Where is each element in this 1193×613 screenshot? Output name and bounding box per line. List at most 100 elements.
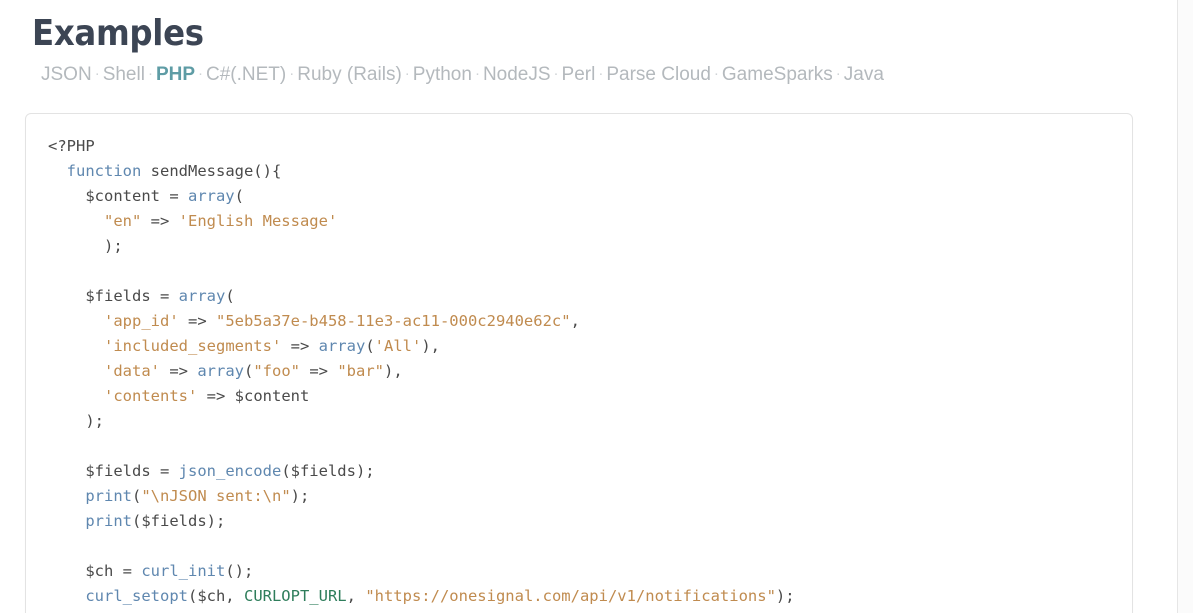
lang-tab-separator: · [145, 65, 156, 82]
code-line: 'included_segments' => array('All'), [48, 337, 440, 355]
lang-tab-nodejs[interactable]: NodeJS [483, 64, 551, 85]
code-token-string: 'contents' [104, 387, 197, 405]
page-title: Examples [0, 0, 1177, 54]
code-line: $fields = json_encode($fields); [48, 462, 375, 480]
lang-tab-c-net[interactable]: C#(.NET) [206, 64, 286, 85]
lang-tab-separator: · [195, 65, 206, 82]
code-token-default: ( [235, 187, 244, 205]
code-line: function sendMessage(){ [48, 162, 281, 180]
code-line: print("\nJSON sent:\n"); [48, 487, 309, 505]
code-token-default [48, 337, 104, 355]
code-line: <?PHP [48, 137, 95, 155]
code-token-string: "bar" [337, 362, 384, 380]
lang-tab-java[interactable]: Java [844, 64, 884, 85]
code-token-default: ); [48, 237, 123, 255]
lang-tab-separator: · [551, 65, 562, 82]
lang-tab-separator: · [711, 65, 722, 82]
code-token-default: ( [365, 337, 374, 355]
code-token-default: => [141, 212, 178, 230]
lang-tab-shell[interactable]: Shell [103, 64, 145, 85]
code-token-default [48, 487, 85, 505]
lang-tab-ruby-rails[interactable]: Ruby (Rails) [297, 64, 402, 85]
code-token-default: ); [776, 587, 795, 605]
lang-tab-separator: · [402, 65, 413, 82]
code-token-string: "en" [104, 212, 141, 230]
lang-tab-gamesparks[interactable]: GameSparks [722, 64, 833, 85]
lang-tab-perl[interactable]: Perl [562, 64, 596, 85]
page-scrollbar[interactable] [1177, 0, 1193, 613]
lang-tab-separator: · [286, 65, 297, 82]
lang-tab-parse-cloud[interactable]: Parse Cloud [606, 64, 711, 85]
code-token-builtin: array [179, 287, 226, 305]
code-token-default: => $content [197, 387, 309, 405]
code-token-const: CURLOPT_URL [244, 587, 347, 605]
code-token-default: ); [291, 487, 310, 505]
code-token-default: $content = [48, 187, 188, 205]
code-token-string: 'data' [104, 362, 160, 380]
code-token-string: 'app_id' [104, 312, 179, 330]
code-token-function: print [85, 512, 132, 530]
lang-tab-json[interactable]: JSON [41, 64, 92, 85]
code-token-default: => [281, 337, 318, 355]
code-token-default: ); [48, 412, 104, 430]
lang-tab-separator: · [595, 65, 606, 82]
code-token-default: ($fields); [132, 512, 225, 530]
code-token-default [48, 212, 104, 230]
lang-tab-separator: · [472, 65, 483, 82]
code-token-builtin: array [197, 362, 244, 380]
code-token-default [48, 387, 104, 405]
code-token-default: ( [225, 287, 234, 305]
language-tab-bar: JSON·Shell·PHP·C#(.NET)·Ruby (Rails)·Pyt… [0, 54, 1177, 86]
code-line: curl_setopt($ch, CURLOPT_URL, "https://o… [48, 587, 795, 605]
page-content: Examples JSON·Shell·PHP·C#(.NET)·Ruby (R… [0, 0, 1177, 613]
lang-tab-separator: · [833, 65, 844, 82]
code-token-function: json_encode [179, 462, 282, 480]
page-root: Examples JSON·Shell·PHP·C#(.NET)·Ruby (R… [0, 0, 1193, 613]
code-token-default: ($fields); [281, 462, 374, 480]
code-line: 'data' => array("foo" => "bar"), [48, 362, 403, 380]
code-token-keyword: function [67, 162, 142, 180]
code-token-string: "5eb5a37e-b458-11e3-ac11-000c2940e62c" [216, 312, 571, 330]
code-line: $content = array( [48, 187, 244, 205]
code-example-card: <?PHP function sendMessage(){ $content =… [25, 113, 1133, 613]
code-token-string: 'included_segments' [104, 337, 281, 355]
code-token-function: print [85, 487, 132, 505]
code-token-function: curl_setopt [85, 587, 188, 605]
code-token-default: $fields = [48, 287, 179, 305]
code-token-string: "foo" [253, 362, 300, 380]
code-block[interactable]: <?PHP function sendMessage(){ $content =… [26, 114, 1132, 613]
code-token-default [48, 362, 104, 380]
code-token-default: => [160, 362, 197, 380]
code-line: 'app_id' => "5eb5a37e-b458-11e3-ac11-000… [48, 312, 580, 330]
code-token-default: ($ch, [188, 587, 244, 605]
code-token-default: ( [132, 487, 141, 505]
code-token-default [48, 512, 85, 530]
code-line: "en" => 'English Message' [48, 212, 337, 230]
code-line: ); [48, 237, 123, 255]
code-token-default: ), [421, 337, 440, 355]
lang-tab-python[interactable]: Python [413, 64, 472, 85]
code-token-default: , [571, 312, 580, 330]
code-token-default: , [347, 587, 366, 605]
lang-tab-php[interactable]: PHP [156, 64, 195, 85]
code-token-string: 'English Message' [179, 212, 338, 230]
code-token-default: (); [225, 562, 253, 580]
code-token-string: "https://onesignal.com/api/v1/notificati… [365, 587, 776, 605]
code-token-default: ( [244, 362, 253, 380]
code-token-string: "\nJSON sent:\n" [141, 487, 290, 505]
code-token-function: curl_init [141, 562, 225, 580]
code-line: ); [48, 412, 104, 430]
code-line: print($fields); [48, 512, 225, 530]
lang-tab-separator: · [92, 65, 103, 82]
code-token-builtin: array [188, 187, 235, 205]
code-token-default: ), [384, 362, 403, 380]
code-token-default: => [179, 312, 216, 330]
code-token-default: $ch = [48, 562, 141, 580]
code-token-default: sendMessage(){ [141, 162, 281, 180]
code-token-builtin: array [319, 337, 366, 355]
code-token-default [48, 312, 104, 330]
code-line: $ch = curl_init(); [48, 562, 253, 580]
code-token-default: => [300, 362, 337, 380]
code-line: $fields = array( [48, 287, 235, 305]
code-token-default [48, 162, 67, 180]
